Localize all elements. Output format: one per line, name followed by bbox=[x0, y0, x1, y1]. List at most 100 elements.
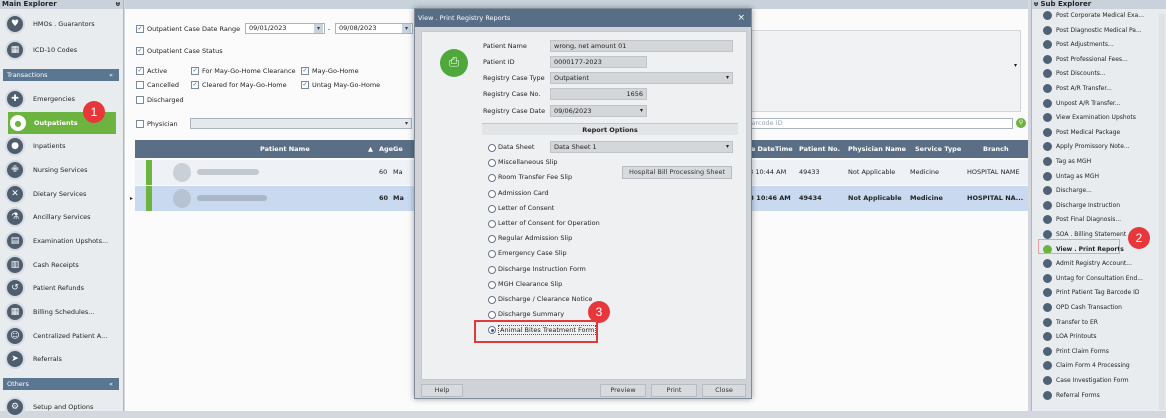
physician-checkbox[interactable] bbox=[136, 120, 144, 128]
active-checkbox[interactable]: ✓ bbox=[136, 67, 144, 75]
report-option-radio[interactable] bbox=[488, 220, 496, 228]
nav-item-hmos-guarantors[interactable]: ♥ HMOs . Guarantors bbox=[5, 13, 119, 35]
close-button[interactable]: Close bbox=[702, 384, 746, 397]
report-option-radio[interactable] bbox=[488, 311, 496, 320]
calendar-dropdown-icon[interactable]: ▾ bbox=[314, 24, 323, 33]
sub-explorer-item[interactable]: Apply Promissory Note... bbox=[1043, 141, 1153, 152]
chevron-down-icon[interactable]: ▾ bbox=[402, 119, 411, 128]
report-option-radio[interactable] bbox=[488, 144, 496, 152]
sub-explorer-item[interactable]: LOA Printouts bbox=[1043, 331, 1153, 342]
chevron-down-icon[interactable]: ▾ bbox=[1014, 62, 1017, 69]
search-icon[interactable]: ⚲ bbox=[1016, 118, 1026, 128]
sub-explorer-item[interactable]: Transfer to ER bbox=[1043, 317, 1153, 328]
nav-item-cash-receipts[interactable]: ▥ Cash Receipts bbox=[5, 254, 119, 276]
date-from-field[interactable]: 09/01/2023 bbox=[245, 23, 325, 34]
hospital-bill-button[interactable]: Hospital Bill Processing Sheet bbox=[622, 166, 732, 179]
report-option-label[interactable]: Discharge Summary bbox=[498, 310, 564, 318]
nav-item-examination-upshots[interactable]: ▤ Examination Upshots... bbox=[5, 230, 119, 252]
nav-item-dietary-services[interactable]: ✕ Dietary Services bbox=[5, 183, 119, 205]
report-option-label[interactable]: Admission Card bbox=[498, 189, 549, 197]
print-button[interactable]: Print bbox=[651, 384, 697, 397]
dialog-title-bar[interactable]: View . Print Registry Reports × bbox=[415, 9, 751, 27]
sub-explorer-item[interactable]: Post A/R Transfer... bbox=[1043, 83, 1153, 94]
report-option-label[interactable]: Discharge / Clearance Notice bbox=[498, 295, 592, 303]
sub-explorer-item[interactable]: Claim Form 4 Processing bbox=[1043, 360, 1153, 371]
report-option-label[interactable]: Data Sheet bbox=[498, 143, 534, 151]
sub-explorer-item[interactable]: Untag for Consultation End... bbox=[1043, 273, 1153, 284]
scrollbar[interactable] bbox=[1159, 14, 1165, 410]
report-option-radio[interactable] bbox=[488, 189, 496, 198]
column-case-datetime[interactable]: se DateTime bbox=[747, 140, 793, 158]
report-option-radio[interactable] bbox=[488, 296, 496, 304]
sub-explorer-item[interactable]: Case Investigation Form bbox=[1043, 375, 1153, 386]
nav-item-icd10-codes[interactable]: ▦ ICD-10 Codes bbox=[5, 39, 119, 61]
nav-item-ancillary-services[interactable]: ⚗ Ancillary Services bbox=[5, 206, 119, 228]
report-option-label[interactable]: Letter of Consent bbox=[498, 204, 554, 212]
sub-explorer-item[interactable]: Discharge Instruction bbox=[1043, 200, 1153, 211]
nav-item-billing-schedules[interactable]: ▦ Billing Schedules... bbox=[5, 301, 119, 323]
column-service-type[interactable]: Service Type bbox=[915, 140, 961, 158]
report-option-label[interactable]: Miscellaneous Slip bbox=[498, 158, 558, 166]
case-type-select[interactable]: Outpatient ▾ bbox=[550, 72, 733, 84]
report-option-label[interactable]: Discharge Instruction Form bbox=[498, 265, 586, 273]
report-option-radio[interactable] bbox=[488, 174, 496, 183]
report-option-label[interactable]: MGH Clearance Slip bbox=[498, 280, 562, 288]
pin-icon[interactable]: ᵾ bbox=[116, 0, 120, 9]
cancelled-checkbox[interactable] bbox=[136, 81, 144, 89]
case-status-checkbox[interactable]: ✓ bbox=[136, 47, 144, 55]
column-branch[interactable]: Branch bbox=[983, 140, 1009, 158]
date-range-checkbox[interactable]: ✓ bbox=[136, 25, 144, 33]
others-section-header[interactable]: Others « bbox=[3, 378, 119, 390]
sub-explorer-item[interactable]: Print Claim Forms bbox=[1043, 346, 1153, 357]
sub-explorer-item[interactable]: OPD Cash Transaction bbox=[1043, 302, 1153, 313]
report-option-radio[interactable] bbox=[488, 280, 496, 289]
report-option-label[interactable]: Letter of Consent for Operation bbox=[498, 219, 600, 227]
may-go-home-checkbox[interactable]: ✓ bbox=[301, 67, 309, 75]
sub-explorer-item[interactable]: Print Patient Tag Barcode ID bbox=[1043, 287, 1153, 298]
sub-explorer-item[interactable]: Unpost A/R Transfer... bbox=[1043, 98, 1153, 109]
nav-item-patient-refunds[interactable]: ↺ Patient Refunds bbox=[5, 277, 119, 299]
sub-explorer-item[interactable]: Discharge... bbox=[1043, 185, 1153, 196]
report-option-radio[interactable] bbox=[488, 235, 496, 244]
sub-explorer-item[interactable]: Referral Forms bbox=[1043, 390, 1153, 401]
report-option-label[interactable]: Room Transfer Fee Slip bbox=[498, 173, 572, 181]
report-option-radio[interactable] bbox=[488, 204, 496, 213]
report-option-radio[interactable] bbox=[488, 250, 496, 259]
discharged-checkbox[interactable] bbox=[136, 96, 144, 104]
report-option-label[interactable]: Emergency Case Slip bbox=[498, 249, 567, 257]
untag-mgh-checkbox[interactable]: ✓ bbox=[301, 81, 309, 89]
sub-explorer-item[interactable]: Post Discounts... bbox=[1043, 68, 1153, 79]
column-patient-name[interactable]: Patient Name bbox=[260, 140, 310, 158]
sub-explorer-item[interactable]: Post Adjustments... bbox=[1043, 39, 1153, 50]
column-age[interactable]: Age bbox=[379, 140, 393, 158]
for-mgh-checkbox[interactable]: ✓ bbox=[191, 67, 199, 75]
physician-select[interactable] bbox=[190, 118, 412, 129]
preview-button[interactable]: Preview bbox=[600, 384, 646, 397]
data-sheet-select[interactable]: Data Sheet 1 ▾ bbox=[550, 141, 733, 153]
cleared-mgh-checkbox[interactable]: ✓ bbox=[191, 81, 199, 89]
report-option-label[interactable]: Regular Admission Slip bbox=[498, 234, 572, 242]
nav-item-nursing-services[interactable]: ✙ Nursing Services bbox=[5, 159, 119, 181]
transactions-section-header[interactable]: Transactions « bbox=[3, 69, 119, 81]
sub-explorer-item[interactable]: Admit Registry Account... bbox=[1043, 258, 1153, 269]
column-patient-no[interactable]: Patient No. bbox=[799, 140, 840, 158]
sort-icon[interactable]: ▲ bbox=[368, 140, 373, 158]
barcode-input[interactable]: Barcode ID bbox=[743, 118, 1013, 129]
help-button[interactable]: Help bbox=[421, 384, 463, 397]
case-date-field[interactable]: 09/06/2023 ▾ bbox=[550, 105, 647, 117]
column-gender[interactable]: Ge bbox=[393, 140, 403, 158]
sub-explorer-item[interactable]: Tag as MGH bbox=[1043, 156, 1153, 167]
sub-explorer-item[interactable]: Post Medical Package bbox=[1043, 127, 1153, 138]
close-icon[interactable]: × bbox=[737, 9, 745, 27]
calendar-dropdown-icon[interactable]: ▾ bbox=[402, 24, 411, 33]
pin-icon[interactable]: ᵾ bbox=[1034, 0, 1038, 8]
sub-explorer-item[interactable]: View Examination Upshots bbox=[1043, 112, 1153, 123]
sub-explorer-item[interactable]: Post Corporate Medical Exa... bbox=[1043, 10, 1153, 21]
nav-item-setup-options[interactable]: ⚙ Setup and Options bbox=[5, 396, 119, 418]
report-option-radio[interactable] bbox=[488, 265, 496, 274]
nav-item-referrals[interactable]: ➤ Referrals bbox=[5, 348, 119, 370]
sub-explorer-item[interactable]: Post Professional Fees... bbox=[1043, 54, 1153, 65]
sub-explorer-item[interactable]: Post Diagnostic Medical Pa... bbox=[1043, 25, 1153, 36]
sub-explorer-item[interactable]: Untag as MGH bbox=[1043, 171, 1153, 182]
column-physician-name[interactable]: Physician Name bbox=[848, 140, 906, 158]
